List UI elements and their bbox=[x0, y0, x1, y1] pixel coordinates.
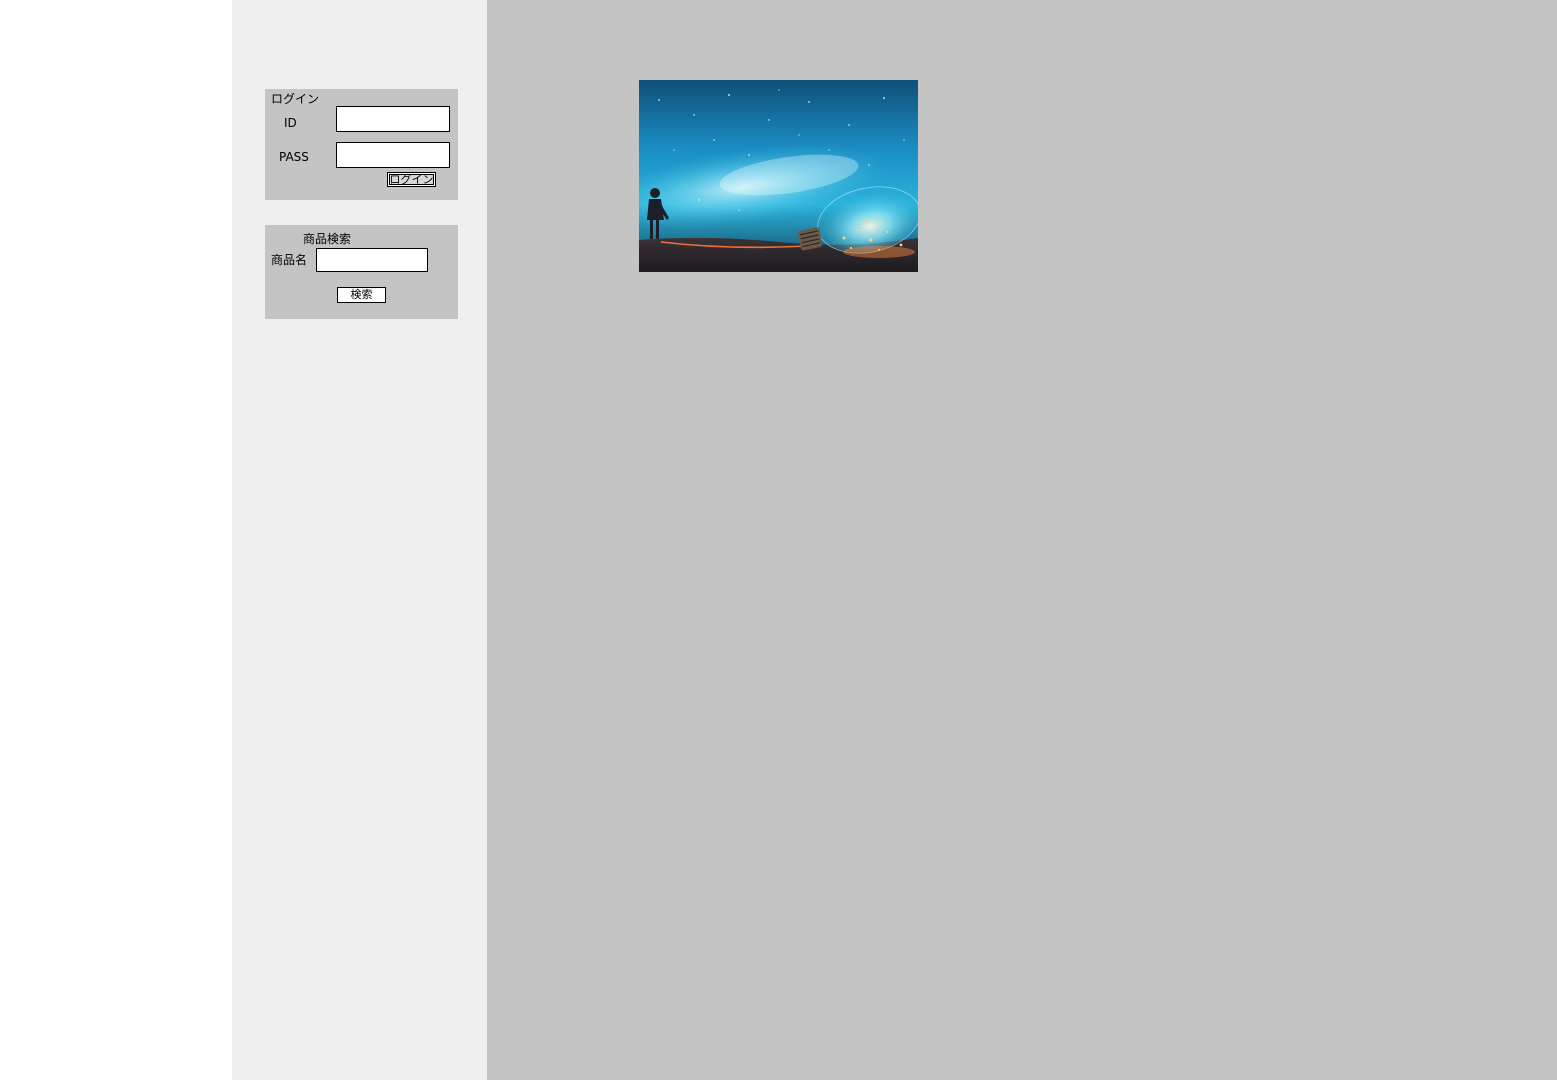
search-button[interactable]: 検索 bbox=[337, 287, 386, 303]
id-input[interactable] bbox=[336, 106, 450, 132]
pass-label: PASS bbox=[279, 150, 309, 164]
product-search-title: 商品検索 bbox=[303, 232, 352, 246]
product-name-input[interactable] bbox=[316, 248, 428, 272]
login-panel: ログイン ID PASS ログイン bbox=[265, 89, 458, 200]
login-title: ログイン bbox=[271, 92, 320, 106]
page: ログイン ID PASS ログイン 商品検索 商品名 検索 bbox=[0, 0, 1557, 1080]
id-label: ID bbox=[284, 116, 297, 130]
main-content bbox=[487, 0, 1557, 1080]
pass-input[interactable] bbox=[336, 142, 450, 168]
login-button[interactable]: ログイン bbox=[387, 172, 436, 187]
hero-image bbox=[639, 80, 918, 272]
product-name-label: 商品名 bbox=[271, 253, 308, 267]
product-search-panel: 商品検索 商品名 検索 bbox=[265, 225, 458, 319]
left-margin bbox=[0, 0, 232, 1080]
sidebar: ログイン ID PASS ログイン 商品検索 商品名 検索 bbox=[232, 0, 487, 1080]
